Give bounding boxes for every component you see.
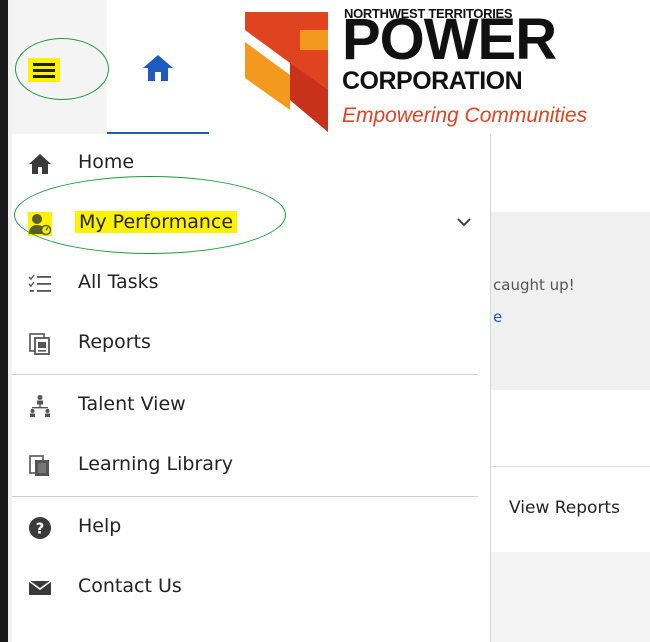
menu-item-help[interactable]: ? Help [12,498,490,558]
menu-item-all-tasks[interactable]: All Tasks [12,254,490,314]
background-block [491,552,650,642]
annotation-circle [14,176,286,254]
background-panel [491,212,650,390]
help-icon: ? [29,517,51,539]
menu-item-label: Learning Library [78,453,233,475]
window-frame [0,0,8,642]
menu-item-label: Home [78,151,135,173]
talent-icon [30,395,50,417]
background-bar [491,134,650,213]
menu-item-contact-us[interactable]: Contact Us [12,558,490,618]
tasks-icon [28,274,51,292]
menu-item-learning-library[interactable]: Learning Library [12,436,490,496]
menu-item-label: Contact Us [78,575,182,597]
company-logo: NORTHWEST TERRITORIES POWER CORPORATION … [242,0,650,134]
menu-divider [12,374,478,375]
mail-icon [28,580,52,595]
home-icon [29,154,51,174]
svg-text:?: ? [36,520,45,538]
menu-item-label: Reports [78,331,151,353]
menu-item-label: Talent View [78,393,186,415]
logo-tagline: Empowering Communities [342,104,588,127]
divider [491,466,650,467]
annotation-circle [15,38,109,100]
background-link[interactable]: e [493,308,502,326]
home-tab[interactable] [107,0,209,135]
home-icon [143,55,173,81]
view-reports-link[interactable]: View Reports [509,498,620,518]
reports-icon [29,333,50,355]
logo-mark [245,12,328,132]
logo-line3: CORPORATION [342,67,523,95]
menu-divider [12,496,478,497]
library-icon [29,455,49,476]
menu-item-talent-view[interactable]: Talent View [12,376,490,436]
chevron-down-icon[interactable] [456,216,472,228]
logo-line2: POWER [342,7,557,72]
menu-item-label: All Tasks [78,271,159,293]
caught-up-text: caught up! [493,276,575,294]
menu-item-reports[interactable]: Reports [12,314,490,374]
menu-item-label: Help [78,515,122,537]
